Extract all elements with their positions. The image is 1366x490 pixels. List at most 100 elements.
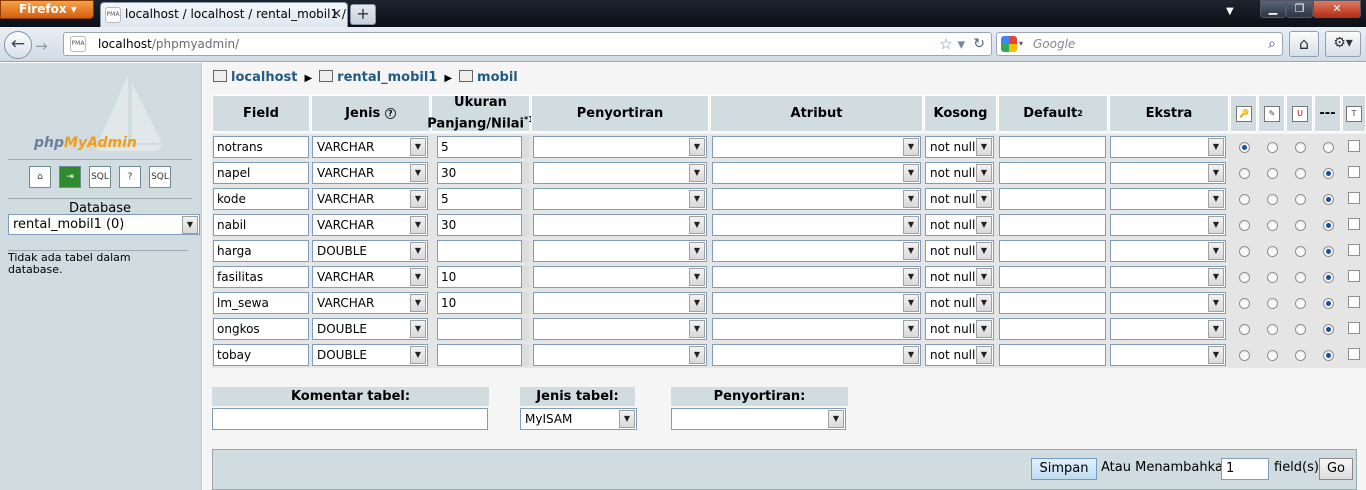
reload-icon[interactable]: ↻ [973, 33, 985, 55]
field-name-input[interactable]: lm_sewa [213, 292, 309, 314]
collation-select[interactable]: ▼ [533, 188, 707, 210]
unique-radio[interactable] [1295, 220, 1306, 231]
table-collation-select[interactable]: ▼ [671, 408, 846, 430]
chevron-down-icon[interactable]: ▼ [903, 346, 919, 364]
default-input[interactable] [999, 266, 1106, 288]
collation-select[interactable]: ▼ [533, 266, 707, 288]
primary-key-radio[interactable] [1239, 298, 1250, 309]
extra-select[interactable]: ▼ [1110, 188, 1226, 210]
back-button[interactable]: ← [4, 31, 32, 59]
new-tab-button[interactable]: + [350, 4, 376, 25]
no-index-radio[interactable] [1323, 246, 1334, 257]
length-input[interactable]: 5 [437, 188, 522, 210]
extra-select[interactable]: ▼ [1110, 162, 1226, 184]
chevron-down-icon[interactable]: ▼ [976, 216, 992, 234]
field-name-input[interactable]: tobay [213, 344, 309, 366]
attributes-select[interactable]: ▼ [712, 292, 921, 314]
chevron-down-icon[interactable]: ▼ [1208, 190, 1224, 208]
fulltext-checkbox[interactable] [1348, 270, 1360, 282]
attributes-select[interactable]: ▼ [712, 266, 921, 288]
chevron-down-icon[interactable]: ▼ [689, 320, 705, 338]
no-index-radio[interactable] [1323, 142, 1334, 153]
unique-radio[interactable] [1295, 272, 1306, 283]
unique-radio[interactable] [1295, 194, 1306, 205]
extra-select[interactable]: ▼ [1110, 136, 1226, 158]
type-select[interactable]: DOUBLE ▼ [312, 240, 428, 262]
attributes-select[interactable]: ▼ [712, 188, 921, 210]
collation-select[interactable]: ▼ [533, 136, 707, 158]
search-engine-dropdown-icon[interactable]: ▾ [1019, 33, 1023, 55]
extra-select[interactable]: ▼ [1110, 318, 1226, 340]
collation-select[interactable]: ▼ [533, 318, 707, 340]
null-select[interactable]: not null ▼ [925, 214, 994, 236]
null-select[interactable]: not null ▼ [925, 188, 994, 210]
go-button[interactable]: Go [1319, 458, 1353, 480]
chevron-down-icon[interactable]: ▼ [410, 242, 426, 260]
fulltext-checkbox[interactable] [1348, 218, 1360, 230]
chevron-down-icon[interactable]: ▼ [619, 410, 635, 428]
field-name-input[interactable]: nabil [213, 214, 309, 236]
type-select[interactable]: VARCHAR ▼ [312, 136, 428, 158]
database-select[interactable]: rental_mobil1 (0) ▼ [8, 214, 200, 235]
length-input[interactable] [437, 240, 522, 262]
field-name-input[interactable]: ongkos [213, 318, 309, 340]
fulltext-checkbox[interactable] [1348, 296, 1360, 308]
field-name-input[interactable]: kode [213, 188, 309, 210]
chevron-down-icon[interactable]: ▼ [976, 268, 992, 286]
chevron-down-icon[interactable]: ▼ [903, 138, 919, 156]
chevron-down-icon[interactable]: ▼ [689, 346, 705, 364]
no-index-radio[interactable] [1323, 298, 1334, 309]
search-bar[interactable]: ▾ Google ⌕ [996, 32, 1283, 56]
chevron-down-icon[interactable]: ▼ [1208, 268, 1224, 286]
add-fields-count-input[interactable]: 1 [1221, 458, 1269, 480]
chevron-down-icon[interactable]: ▼ [410, 268, 426, 286]
primary-key-radio[interactable] [1239, 246, 1250, 257]
primary-key-radio[interactable] [1239, 168, 1250, 179]
index-radio[interactable] [1267, 246, 1278, 257]
no-index-radio[interactable] [1323, 350, 1334, 361]
breadcrumb-server[interactable]: localhost [231, 70, 297, 85]
index-radio[interactable] [1267, 298, 1278, 309]
search-icon[interactable]: ⌕ [1268, 33, 1276, 55]
length-input[interactable]: 10 [437, 266, 522, 288]
type-select[interactable]: DOUBLE ▼ [312, 318, 428, 340]
chevron-down-icon[interactable]: ▼ [1208, 164, 1224, 182]
table-engine-select[interactable]: MyISAM ▼ [520, 408, 637, 430]
null-select[interactable]: not null ▼ [925, 344, 994, 366]
collation-select[interactable]: ▼ [533, 214, 707, 236]
fulltext-checkbox[interactable] [1348, 140, 1360, 152]
unique-radio[interactable] [1295, 350, 1306, 361]
chevron-down-icon[interactable]: ▼ [410, 346, 426, 364]
bookmark-star-icon[interactable]: ☆ ▾ [939, 33, 965, 55]
maximize-button[interactable]: ❐ [1286, 0, 1313, 18]
length-input[interactable]: 30 [437, 214, 522, 236]
no-index-radio[interactable] [1323, 220, 1334, 231]
fulltext-checkbox[interactable] [1348, 244, 1360, 256]
chevron-down-icon[interactable]: ▼ [903, 268, 919, 286]
chevron-down-icon[interactable]: ▼ [410, 216, 426, 234]
no-index-radio[interactable] [1323, 194, 1334, 205]
chevron-down-icon[interactable]: ▼ [976, 164, 992, 182]
primary-key-radio[interactable] [1239, 324, 1250, 335]
index-radio[interactable] [1267, 220, 1278, 231]
chevron-down-icon[interactable]: ▼ [410, 320, 426, 338]
addons-button[interactable]: ⚙▾ [1325, 31, 1361, 57]
field-name-input[interactable]: harga [213, 240, 309, 262]
chevron-down-icon[interactable]: ▼ [1208, 294, 1224, 312]
forward-button[interactable]: → [35, 37, 55, 55]
chevron-down-icon[interactable]: ▼ [903, 216, 919, 234]
primary-key-radio[interactable] [1239, 220, 1250, 231]
extra-select[interactable]: ▼ [1110, 214, 1226, 236]
primary-key-radio[interactable] [1239, 272, 1250, 283]
help-icon[interactable]: ? [119, 166, 141, 188]
exit-icon[interactable]: ⇥ [59, 166, 81, 188]
unique-radio[interactable] [1295, 142, 1306, 153]
default-input[interactable] [999, 292, 1106, 314]
close-tab-icon[interactable]: ✕ [331, 3, 342, 26]
default-input[interactable] [999, 344, 1106, 366]
chevron-down-icon[interactable]: ▼ [903, 242, 919, 260]
chevron-down-icon[interactable]: ▼ [976, 242, 992, 260]
null-select[interactable]: not null ▼ [925, 318, 994, 340]
length-input[interactable] [437, 318, 522, 340]
no-index-radio[interactable] [1323, 272, 1334, 283]
